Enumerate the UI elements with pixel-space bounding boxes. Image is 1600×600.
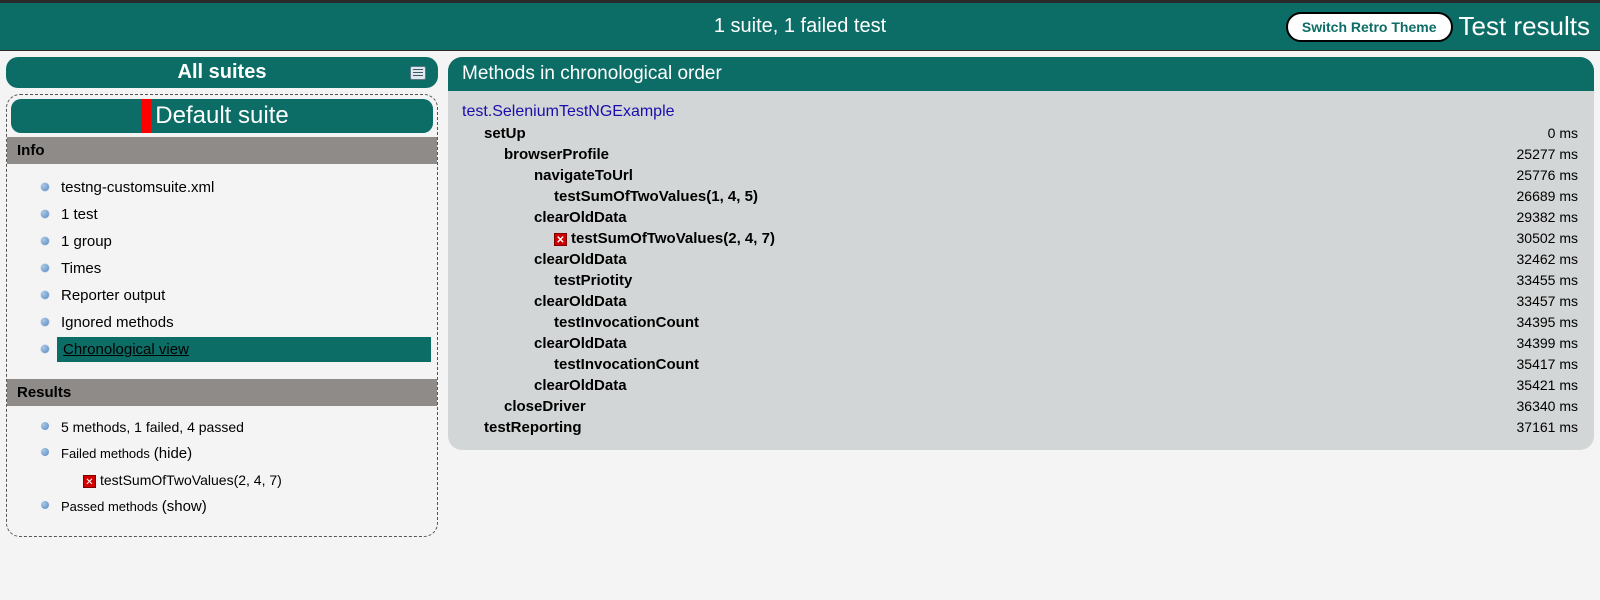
method-name: navigateToUrl: [464, 167, 633, 184]
failed-methods-toggle[interactable]: Failed methods (hide): [7, 440, 437, 467]
passed-methods-toggle[interactable]: Passed methods (show): [7, 493, 437, 520]
info-section-header: Info: [7, 137, 437, 164]
method-time: 33457 ms: [1517, 293, 1578, 309]
method-time: 30502 ms: [1517, 230, 1578, 246]
method-name: browserProfile: [464, 146, 609, 163]
method-time: 32462 ms: [1517, 251, 1578, 267]
results-list: 5 methods, 1 failed, 4 passed Failed met…: [7, 406, 437, 536]
method-row[interactable]: clearOldData 34399 ms: [462, 333, 1580, 354]
default-suite-label: Default suite: [155, 102, 288, 129]
method-row[interactable]: clearOldData 33457 ms: [462, 291, 1580, 312]
method-name: ✕testSumOfTwoValues(2, 4, 7): [464, 230, 775, 247]
all-suites-label: All suites: [178, 61, 267, 83]
method-row[interactable]: setUp 0 ms: [462, 123, 1580, 144]
failed-method-item[interactable]: ✕testSumOfTwoValues(2, 4, 7): [7, 467, 437, 493]
test-class-name[interactable]: test.SeleniumTestNGExample: [462, 101, 1580, 123]
method-name: closeDriver: [464, 398, 586, 415]
method-row[interactable]: clearOldData 32462 ms: [462, 249, 1580, 270]
method-time: 36340 ms: [1517, 398, 1578, 414]
method-time: 33455 ms: [1517, 272, 1578, 288]
method-name: testPriotity: [464, 272, 632, 289]
info-item-test[interactable]: 1 test: [7, 201, 437, 228]
info-item-group[interactable]: 1 group: [7, 228, 437, 255]
method-row[interactable]: testInvocationCount 35417 ms: [462, 354, 1580, 375]
method-row[interactable]: clearOldData 29382 ms: [462, 207, 1580, 228]
left-panel: All suites Default suite Info testng-cus…: [6, 57, 438, 537]
info-item-times[interactable]: Times: [7, 255, 437, 282]
default-suite-header[interactable]: Default suite: [11, 99, 433, 133]
method-name: testReporting: [464, 419, 582, 436]
method-time: 25776 ms: [1517, 167, 1578, 183]
info-item-chronological[interactable]: Chronological view: [7, 336, 437, 363]
method-row[interactable]: closeDriver 36340 ms: [462, 396, 1580, 417]
chronological-content: test.SeleniumTestNGExample setUp 0 ms brow…: [448, 91, 1594, 450]
method-time: 34395 ms: [1517, 314, 1578, 330]
fail-indicator-icon: [141, 99, 151, 133]
method-name: clearOldData: [464, 335, 627, 352]
method-name: testInvocationCount: [464, 314, 699, 331]
page-title: Test results: [1459, 11, 1591, 42]
method-name: setUp: [464, 125, 526, 142]
info-item-xml[interactable]: testng-customsuite.xml: [7, 174, 437, 201]
method-time: 34399 ms: [1517, 335, 1578, 351]
method-name: clearOldData: [464, 251, 627, 268]
method-time: 35417 ms: [1517, 356, 1578, 372]
fail-x-icon: ✕: [554, 233, 567, 246]
method-row[interactable]: testSumOfTwoValues(1, 4, 5) 26689 ms: [462, 186, 1580, 207]
method-row[interactable]: navigateToUrl 25776 ms: [462, 165, 1580, 186]
results-section-header: Results: [7, 379, 437, 406]
info-list: testng-customsuite.xml 1 test 1 group Ti…: [7, 164, 437, 379]
page-header: 1 suite, 1 failed test Switch Retro Them…: [0, 3, 1600, 51]
all-suites-header[interactable]: All suites: [6, 57, 438, 88]
info-item-ignored[interactable]: Ignored methods: [7, 309, 437, 336]
method-row[interactable]: ✕testSumOfTwoValues(2, 4, 7) 30502 ms: [462, 228, 1580, 249]
method-name: clearOldData: [464, 377, 627, 394]
method-row[interactable]: browserProfile 25277 ms: [462, 144, 1580, 165]
fail-x-icon: ✕: [83, 475, 96, 488]
chronological-header: Methods in chronological order: [448, 57, 1594, 91]
method-time: 0 ms: [1548, 125, 1578, 141]
right-panel: Methods in chronological order test.Sele…: [448, 57, 1594, 450]
collapse-all-icon[interactable]: [410, 66, 426, 80]
method-name: testSumOfTwoValues(1, 4, 5): [464, 188, 758, 205]
switch-theme-button[interactable]: Switch Retro Theme: [1286, 12, 1453, 42]
method-time: 37161 ms: [1517, 419, 1578, 435]
suite-box: Default suite Info testng-customsuite.xm…: [6, 94, 438, 537]
method-time: 35421 ms: [1517, 377, 1578, 393]
method-time: 25277 ms: [1517, 146, 1578, 162]
method-row[interactable]: testPriotity 33455 ms: [462, 270, 1580, 291]
method-name: testInvocationCount: [464, 356, 699, 373]
method-name: clearOldData: [464, 209, 627, 226]
method-row[interactable]: clearOldData 35421 ms: [462, 375, 1580, 396]
method-name: clearOldData: [464, 293, 627, 310]
method-time: 26689 ms: [1517, 188, 1578, 204]
info-item-reporter[interactable]: Reporter output: [7, 282, 437, 309]
main-container: All suites Default suite Info testng-cus…: [0, 51, 1600, 543]
results-summary: 5 methods, 1 failed, 4 passed: [7, 414, 437, 440]
method-row[interactable]: testReporting 37161 ms: [462, 417, 1580, 438]
method-row[interactable]: testInvocationCount 34395 ms: [462, 312, 1580, 333]
method-time: 29382 ms: [1517, 209, 1578, 225]
